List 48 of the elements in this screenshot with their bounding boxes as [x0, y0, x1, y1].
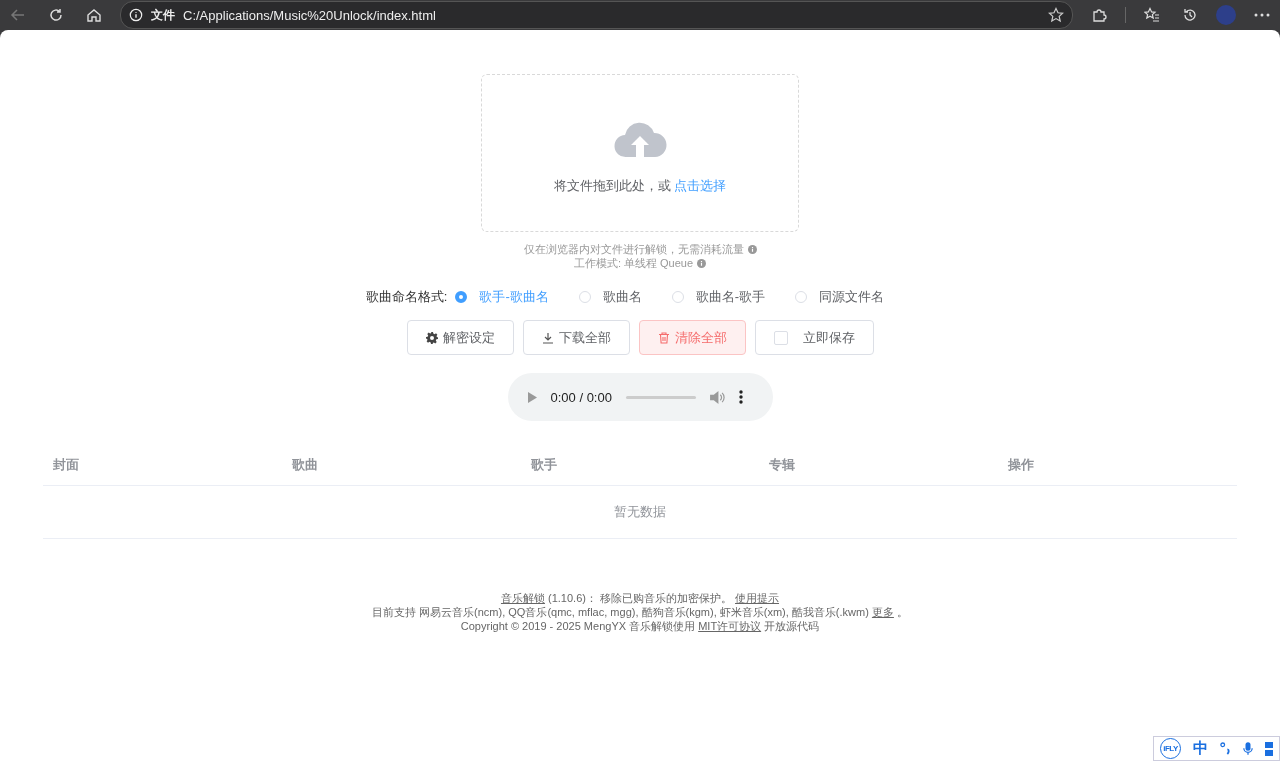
back-icon[interactable] — [10, 7, 26, 23]
favorites-icon[interactable] — [1144, 7, 1160, 23]
volume-icon[interactable] — [709, 390, 725, 404]
naming-radio[interactable]: 同源文件名 — [795, 288, 885, 306]
footer-link[interactable]: 更多 — [871, 606, 894, 618]
extensions-icon[interactable] — [1091, 7, 1107, 23]
download-button[interactable]: 下载全部 — [522, 320, 630, 355]
grid-icon[interactable] — [1265, 741, 1273, 756]
upload-prompt: 将文件拖到此处，或 点击选择 — [553, 177, 727, 195]
upload-dropzone[interactable]: 将文件拖到此处，或 点击选择 — [481, 74, 799, 232]
history-icon[interactable] — [1182, 7, 1198, 23]
more-options-icon[interactable] — [738, 390, 743, 404]
more-icon[interactable] — [1254, 13, 1270, 17]
column-header: 歌手 — [530, 457, 557, 472]
column-header: 封面 — [53, 457, 79, 472]
favorite-star-icon[interactable] — [1048, 7, 1064, 23]
gear-icon — [425, 331, 438, 344]
seek-slider[interactable] — [625, 395, 696, 399]
home-icon[interactable] — [86, 7, 102, 23]
note-text: 工作模式: 单线程 Queue — [573, 256, 694, 270]
column-header: 操作 — [1008, 457, 1035, 472]
naming-radio[interactable]: 歌曲名 — [578, 288, 642, 306]
empty-table-message: 暂无数据 — [614, 503, 666, 521]
site-label: 文件 — [151, 6, 175, 24]
column-header: 专辑 — [769, 457, 796, 472]
footer-text: 音乐解锁 (1.10.6)： 移除已购音乐的加密保护。 使用提示 — [499, 591, 781, 605]
playback-time: 0:00 / 0:00 — [550, 389, 612, 405]
info-icon[interactable] — [129, 8, 143, 22]
footer-text: 目前支持 网易云音乐(ncm), QQ音乐(qmc, mflac, mgg), 酷狗音乐(kgm), 虾米音乐(xm), 酷我音乐(.kwm) 更多 。 — [372, 605, 908, 619]
address-bar[interactable]: 文件 C:/Applications/Music%20Unlock/index.html — [120, 1, 1073, 29]
naming-radio[interactable]: 歌曲名-歌手 — [671, 288, 766, 306]
footer-link[interactable]: 使用提示 — [735, 592, 780, 604]
save-now-checkbox[interactable]: 立即保存 — [754, 320, 874, 355]
trash-icon — [657, 331, 670, 344]
footer-text: Copyright © 2019 - 2025 MengYX 音乐解锁使用 MIT许可协议 开放源代码 — [459, 619, 821, 633]
column-header: 歌曲 — [291, 457, 318, 472]
punctuation-icon[interactable] — [1220, 742, 1231, 755]
naming-format-label: 歌曲命名格式: — [365, 288, 448, 306]
ime-mode-toggle[interactable]: 中 — [1193, 739, 1208, 758]
download-icon — [541, 331, 554, 344]
footer-link[interactable]: MIT许可协议 — [698, 620, 762, 632]
play-icon[interactable] — [527, 391, 537, 403]
microphone-icon[interactable] — [1243, 741, 1253, 756]
url-text: C:/Applications/Music%20Unlock/index.html — [183, 7, 437, 23]
note-text: 仅在浏览器内对文件进行解锁，无需消耗流量 — [523, 242, 744, 256]
settings-button[interactable]: 解密设定 — [406, 320, 514, 355]
footer-link[interactable]: 音乐解锁 — [500, 592, 545, 604]
reload-icon[interactable] — [48, 7, 64, 23]
